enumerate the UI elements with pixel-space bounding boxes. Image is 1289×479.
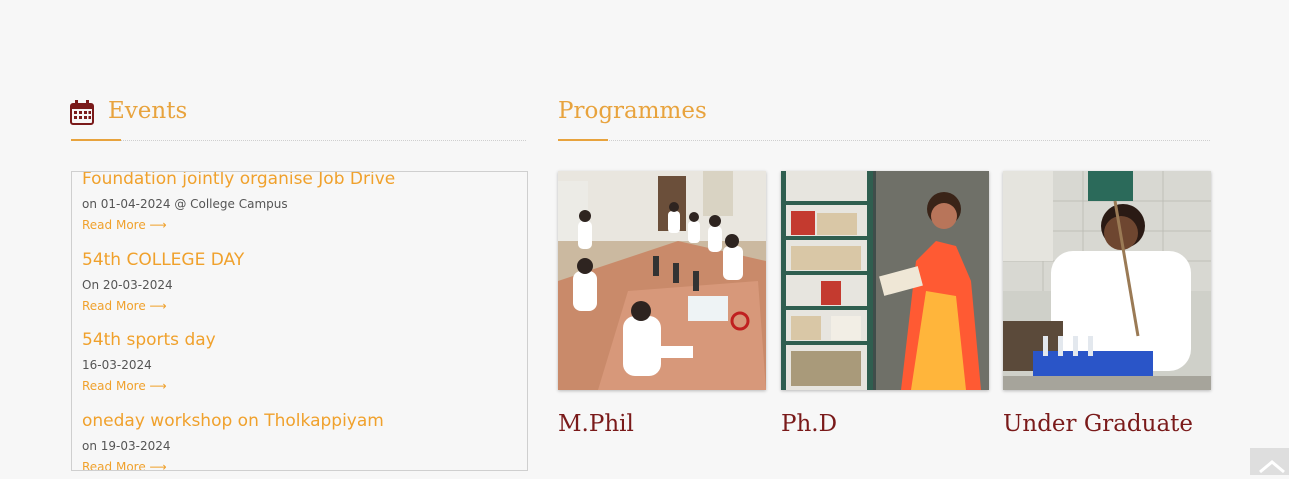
programme-image[interactable] [558, 171, 766, 390]
programme-label[interactable]: Under Graduate [1003, 411, 1193, 437]
events-divider [71, 140, 526, 141]
programme-label[interactable]: Ph.D [781, 411, 837, 437]
programme-label[interactable]: M.Phil [558, 411, 634, 437]
programme-image[interactable] [781, 171, 989, 390]
events-list[interactable]: Foundation jointly organise Job Drive on… [71, 171, 528, 471]
programme-image[interactable] [1003, 171, 1211, 390]
event-item: oneday workshop on Tholkappiyam on 19-03… [82, 411, 384, 470]
programme-card-phd[interactable]: Ph.D [781, 171, 989, 437]
event-date: on 19-03-2024 [82, 439, 171, 453]
event-date: on 01-04-2024 @ College Campus [82, 197, 288, 211]
event-item: Foundation jointly organise Job Drive on… [82, 172, 395, 232]
read-more-link[interactable]: Read More ⟶ [82, 218, 395, 232]
event-title[interactable]: Foundation jointly organise Job Drive [82, 172, 395, 189]
programme-card-ug[interactable]: Under Graduate [1003, 171, 1211, 437]
programmes-accent-bar [558, 139, 608, 141]
programmes-divider [558, 140, 1210, 141]
event-date: On 20-03-2024 [82, 278, 173, 292]
event-date: 16-03-2024 [82, 358, 152, 372]
chevron-up-icon [1259, 460, 1285, 474]
read-more-link[interactable]: Read More ⟶ [82, 460, 384, 470]
events-heading: Events [108, 98, 188, 124]
event-title[interactable]: oneday workshop on Tholkappiyam [82, 411, 384, 431]
programme-card-mphil[interactable]: M.Phil [558, 171, 766, 437]
programmes-heading: Programmes [558, 98, 707, 124]
calendar-icon [70, 100, 94, 125]
event-title[interactable]: 54th COLLEGE DAY [82, 250, 244, 270]
read-more-link[interactable]: Read More ⟶ [82, 379, 216, 393]
read-more-link[interactable]: Read More ⟶ [82, 299, 244, 313]
event-item: 54th COLLEGE DAY On 20-03-2024 Read More… [82, 250, 244, 313]
scroll-to-top-button[interactable] [1250, 448, 1289, 475]
event-title[interactable]: 54th sports day [82, 330, 216, 350]
events-accent-bar [71, 139, 121, 141]
event-item: 54th sports day 16-03-2024 Read More ⟶ [82, 330, 216, 393]
